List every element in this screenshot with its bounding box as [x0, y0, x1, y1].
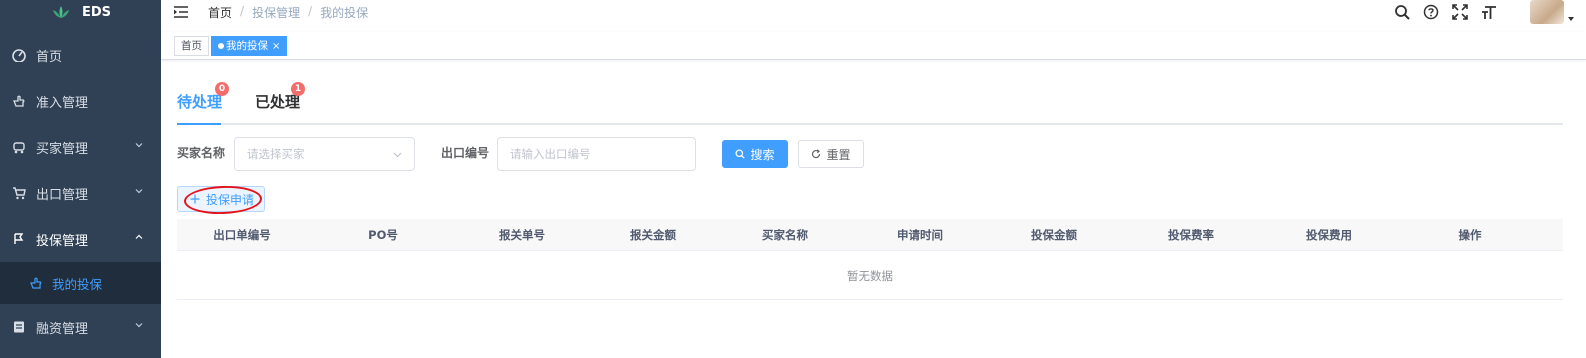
lotus-logo-icon	[53, 6, 69, 18]
flag-icon	[14, 233, 24, 244]
column-header: PO号	[368, 228, 398, 242]
column-header: 买家名称	[762, 228, 808, 242]
tag-home[interactable]: 首页	[174, 36, 209, 56]
column-header: 投保金额	[1031, 228, 1077, 242]
chevron-up-icon	[135, 234, 143, 239]
sidebar-item-label: 投保管理	[36, 233, 89, 249]
sidebar-item-label: 买家管理	[36, 141, 89, 157]
count-badge: 1	[291, 82, 305, 96]
column-header: 投保费率	[1168, 228, 1214, 242]
chevron-down-icon	[135, 323, 143, 328]
logo[interactable]: EDS	[0, 0, 161, 24]
export-number-placeholder: 请输入出口编号	[510, 147, 591, 161]
sidebar-item-label: 首页	[36, 49, 63, 65]
export-number-input[interactable]: 请输入出口编号	[497, 137, 696, 171]
buyer-name-label: 买家名称	[177, 146, 226, 160]
chevron-down-icon	[135, 189, 143, 194]
sidebar-item-access[interactable]: 准入管理	[0, 78, 161, 124]
reset-button[interactable]: 重置	[798, 140, 864, 168]
table-header: 出口单编号 PO号 报关单号 报关金额 买家名称 申请时间 投保金额 投保费率 …	[177, 219, 1563, 251]
count-badge: 0	[215, 82, 229, 96]
car-icon	[13, 142, 25, 154]
column-header: 报关金额	[630, 228, 676, 242]
navbar: 首页 / 投保管理 / 我的投保	[161, 0, 1586, 24]
refresh-icon	[812, 149, 821, 159]
breadcrumb-separator: /	[308, 3, 313, 18]
export-number-label: 出口编号	[441, 146, 490, 160]
navbar-right	[1394, 0, 1586, 24]
tab-label: 待处理	[177, 93, 223, 111]
avatar[interactable]	[1530, 0, 1564, 24]
caret-down-icon[interactable]	[1568, 16, 1574, 22]
status-tabs: 待处理 0 已处理 1	[177, 82, 1563, 125]
tag-my-insurance[interactable]: 我的投保 ×	[211, 36, 288, 56]
sidebar-item-export[interactable]: 出口管理	[0, 170, 161, 216]
sidebar-item-financing[interactable]: 融资管理	[0, 304, 161, 350]
breadcrumb-current: 我的投保	[320, 5, 369, 20]
breadcrumb-separator: /	[240, 3, 245, 18]
font-size-icon[interactable]	[1481, 4, 1497, 20]
insurance-apply-label: 投保申请	[206, 192, 255, 207]
cart-icon	[13, 187, 26, 200]
column-header: 出口单编号	[213, 228, 271, 242]
buyer-select-placeholder: 请选择买家	[247, 147, 305, 161]
sidebar-subitem-label: 我的投保	[52, 276, 103, 292]
search-icon	[735, 149, 746, 159]
tab-pending[interactable]: 待处理 0	[177, 82, 229, 112]
tab-processed[interactable]: 已处理 1	[255, 82, 305, 112]
search-button[interactable]: 搜索	[722, 140, 788, 168]
reset-button-label: 重置	[826, 147, 851, 162]
hamburger-icon[interactable]	[174, 6, 188, 18]
search-icon[interactable]	[1394, 4, 1410, 20]
sidebar-item-buyers[interactable]: 买家管理	[0, 124, 161, 170]
fullscreen-icon[interactable]	[1452, 4, 1468, 20]
column-header: 申请时间	[897, 228, 943, 242]
chevron-down-icon	[135, 143, 143, 148]
tag-label: 首页	[181, 40, 202, 52]
sidebar-subitem-my-insurance[interactable]: 我的投保	[0, 262, 161, 304]
dashboard-icon	[12, 49, 26, 62]
table-empty-state: 暂无数据	[177, 252, 1563, 300]
active-dot-icon	[218, 43, 224, 49]
column-header: 操作	[1458, 228, 1482, 242]
tags-view: 首页 我的投保 ×	[161, 32, 1586, 60]
tab-active-indicator	[177, 123, 221, 125]
breadcrumb-insurance: 投保管理	[252, 5, 301, 20]
logo-text: EDS	[82, 4, 112, 20]
help-icon[interactable]	[1423, 4, 1439, 20]
close-icon[interactable]: ×	[272, 41, 280, 52]
column-header: 投保费用	[1306, 228, 1352, 242]
hand-icon	[13, 95, 25, 107]
column-header: 报关单号	[499, 228, 545, 242]
sidebar-item-label: 出口管理	[36, 187, 89, 203]
tab-label: 已处理	[255, 93, 301, 111]
chevron-down-icon	[393, 152, 402, 158]
insurance-apply-button[interactable]: 投保申请	[177, 186, 265, 212]
search-button-label: 搜索	[750, 147, 775, 162]
main-content: 待处理 0 已处理 1 买家名称 请选择买家 出口编号 请输入出口编号 搜索 重…	[177, 60, 1563, 358]
document-icon	[14, 321, 24, 333]
sidebar-item-home[interactable]: 首页	[0, 32, 161, 78]
hand-point-icon	[30, 277, 42, 289]
buyer-select[interactable]: 请选择买家	[234, 137, 415, 171]
sidebar-item-insurance[interactable]: 投保管理	[0, 216, 161, 262]
app-root: EDS 首页 准入管理 买家管理 出口管理 投保管理 我的投保 融资管理 首页 …	[0, 0, 1586, 358]
tag-label: 我的投保	[226, 40, 268, 52]
sidebar-item-label: 准入管理	[36, 95, 89, 111]
sidebar: EDS 首页 准入管理 买家管理 出口管理 投保管理 我的投保 融资管理	[0, 0, 161, 358]
breadcrumb-home[interactable]: 首页	[208, 4, 232, 21]
plus-icon	[190, 194, 200, 204]
sidebar-item-label: 融资管理	[36, 321, 89, 337]
breadcrumb: 首页 / 投保管理 / 我的投保	[208, 4, 368, 21]
